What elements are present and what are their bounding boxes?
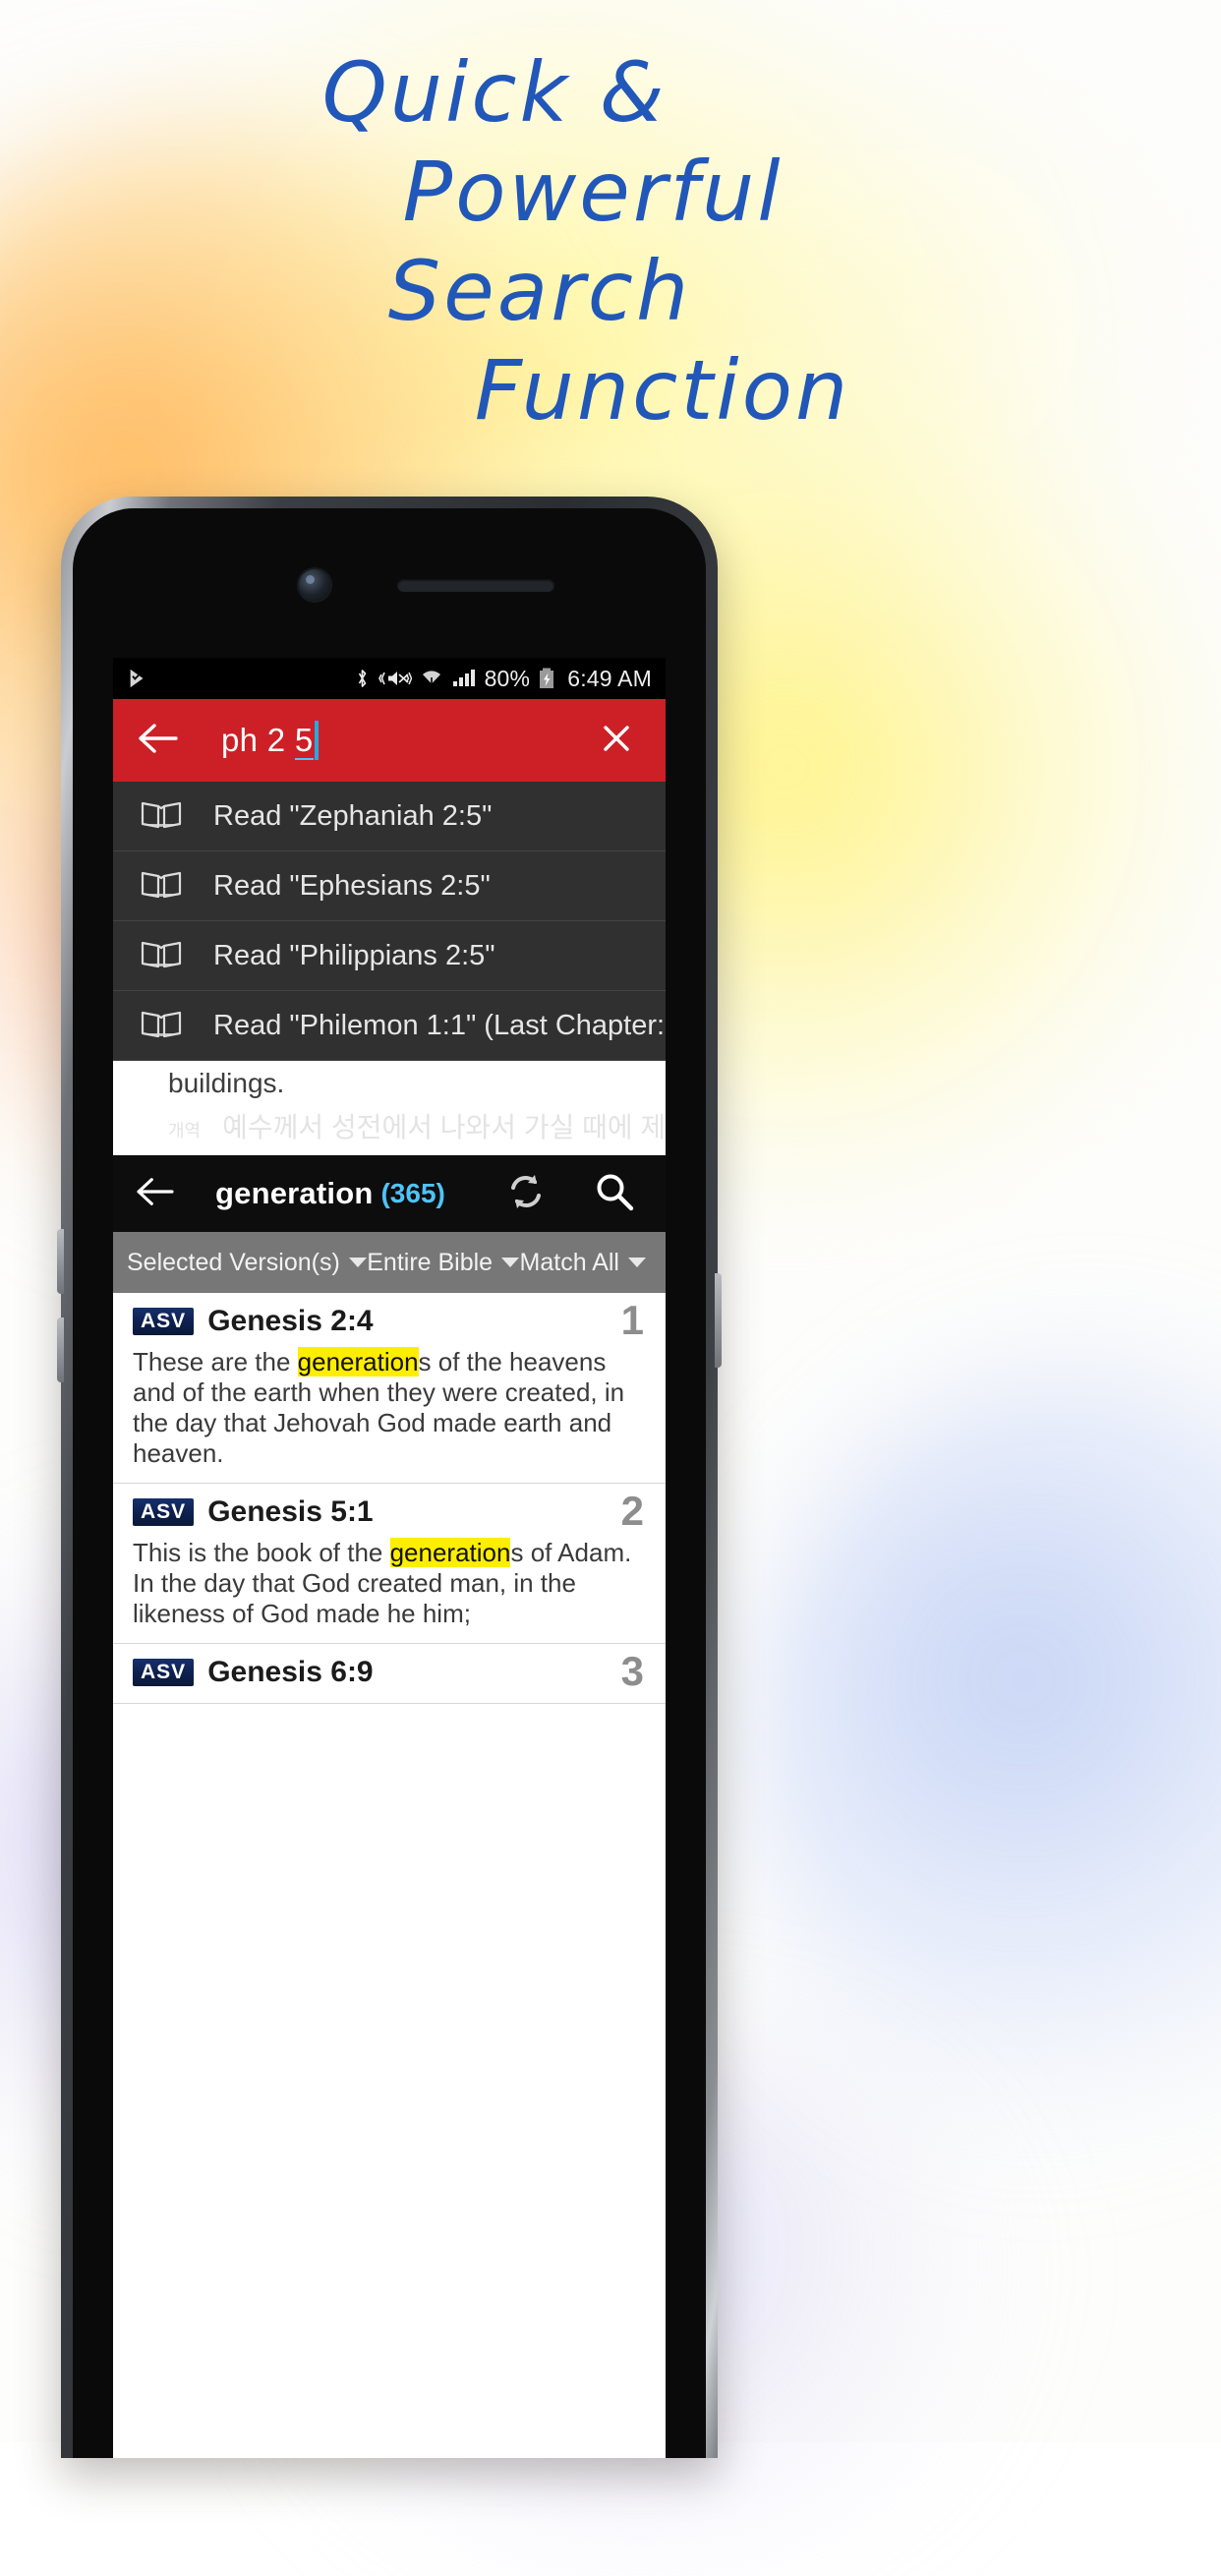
search-term-label: generation xyxy=(215,1176,374,1210)
power-button[interactable] xyxy=(715,1273,722,1368)
scope-filter[interactable]: Entire Bible xyxy=(367,1248,520,1277)
open-book-icon xyxy=(141,798,186,835)
suggestion-label: Read "Zephaniah 2:5" xyxy=(213,799,493,832)
earpiece-speaker xyxy=(397,579,554,592)
headline: Quick & Powerful Search Function xyxy=(0,43,1221,440)
suggestion-label: Read "Philippians 2:5" xyxy=(213,939,495,971)
result-index: 1 xyxy=(620,1297,644,1343)
vibrate-mute-icon xyxy=(378,672,412,685)
search-bar: ph 2 5 xyxy=(113,699,666,782)
results-header-actions xyxy=(504,1170,644,1218)
search-suggestions-list: Read "Zephaniah 2:5" Read "Ephesians 2:5… xyxy=(113,782,666,1061)
bluetooth-icon xyxy=(358,670,366,687)
search-input[interactable]: ph 2 5 xyxy=(221,721,599,760)
result-reference: Genesis 2:4 xyxy=(207,1305,374,1337)
search-results-list: ASV Genesis 2:4 1 These are the generati… xyxy=(113,1293,666,1704)
wifi-icon xyxy=(422,671,440,688)
match-filter[interactable]: Match All xyxy=(520,1249,666,1277)
status-bar-left xyxy=(127,668,148,689)
headline-line-3: Search xyxy=(387,243,692,339)
status-badge: ASV xyxy=(133,1659,195,1686)
battery-charging-icon xyxy=(540,668,554,688)
search-input-value: ph 2 5 xyxy=(221,722,314,760)
table-row[interactable]: ASV Genesis 5:1 2 This is the book of th… xyxy=(113,1484,666,1644)
front-camera-icon xyxy=(299,569,330,601)
phone-mockup: 80% 6:49 AM ph 2 5 Read "Zephaniah 2:5" … xyxy=(57,497,722,2458)
suggestion-item[interactable]: Read "Philippians 2:5" xyxy=(113,921,666,991)
phone-top-bezel xyxy=(73,508,706,658)
volume-down-button[interactable] xyxy=(57,1317,64,1382)
open-book-icon xyxy=(141,868,186,905)
clear-search-button[interactable] xyxy=(599,721,642,761)
back-button[interactable] xyxy=(137,722,188,760)
result-reference: Genesis 6:9 xyxy=(207,1656,374,1688)
search-button[interactable] xyxy=(593,1170,636,1218)
chevron-down-icon xyxy=(501,1258,520,1267)
search-highlight: generation xyxy=(389,1538,511,1567)
scope-filter-label: Entire Bible xyxy=(367,1248,494,1276)
result-index: 2 xyxy=(620,1488,644,1534)
battery-percent-label: 80% xyxy=(484,665,531,691)
result-reference: Genesis 5:1 xyxy=(207,1495,374,1528)
search-highlight: generation xyxy=(297,1347,419,1376)
text-cursor xyxy=(314,721,319,760)
result-text: These are the generations of the heavens… xyxy=(133,1347,625,1468)
suggestion-label: Read "Ephesians 2:5" xyxy=(213,869,491,902)
open-book-icon xyxy=(141,938,186,974)
suggestion-label: Read "Philemon 1:1" (Last Chapter: 1) xyxy=(213,1009,666,1041)
headline-line-1: Quick & xyxy=(321,44,668,141)
results-count-label: (365) xyxy=(380,1178,445,1208)
suggestion-item[interactable]: Read "Zephaniah 2:5" xyxy=(113,782,666,851)
status-badge: ASV xyxy=(133,1308,195,1335)
play-store-update-icon xyxy=(130,669,144,688)
match-filter-label: Match All xyxy=(519,1248,619,1276)
arrow-left-icon xyxy=(139,723,178,753)
phone-body: 80% 6:49 AM ph 2 5 Read "Zephaniah 2:5" … xyxy=(73,508,706,2458)
version-filter[interactable]: Selected Version(s) xyxy=(113,1249,367,1277)
bg-blob-blue-right xyxy=(747,1357,1221,2163)
results-back-button[interactable] xyxy=(135,1176,184,1212)
open-book-icon xyxy=(141,1008,186,1044)
headline-line-2: Powerful xyxy=(402,144,784,240)
filter-bar: Selected Version(s) Entire Bible Match A… xyxy=(113,1232,666,1293)
result-text: This is the book of the generations of A… xyxy=(133,1538,632,1628)
background-verse-strip: buildings. 개역 예수께서 성전에서 나와서 가실 때에 제자들이 성… xyxy=(113,1061,666,1155)
version-filter-label: Selected Version(s) xyxy=(127,1248,340,1276)
status-bar-right: 80% 6:49 AM xyxy=(354,666,652,692)
volume-up-button[interactable] xyxy=(57,1229,64,1294)
arrow-left-icon xyxy=(137,1177,174,1205)
verse-korean-row: 개역 예수께서 성전에서 나와서 가실 때에 제자들이 성전 건물들을 가 xyxy=(168,1106,666,1145)
headline-line-4: Function xyxy=(474,342,851,439)
suggestion-item[interactable]: Read "Philemon 1:1" (Last Chapter: 1) xyxy=(113,991,666,1061)
table-row[interactable]: ASV Genesis 2:4 1 These are the generati… xyxy=(113,1293,666,1484)
verse-version-tag: 개역 xyxy=(168,1121,202,1141)
chevron-down-icon xyxy=(627,1258,646,1267)
search-icon xyxy=(597,1174,634,1210)
verse-english-fragment: buildings. xyxy=(168,1068,285,1098)
chevron-down-icon xyxy=(348,1258,367,1267)
result-header-row: ASV Genesis 2:4 xyxy=(133,1305,646,1338)
suggestion-item[interactable]: Read "Ephesians 2:5" xyxy=(113,851,666,921)
status-bar-clock: 6:49 AM xyxy=(567,665,652,691)
phone-screen: 80% 6:49 AM ph 2 5 Read "Zephaniah 2:5" … xyxy=(113,658,666,2458)
table-row[interactable]: ASV Genesis 6:9 3 xyxy=(113,1644,666,1704)
verse-korean-text: 예수께서 성전에서 나와서 가실 때에 제자들이 성전 건물들을 가 xyxy=(222,1112,666,1142)
refresh-button[interactable] xyxy=(504,1170,548,1218)
result-header-row: ASV Genesis 6:9 xyxy=(133,1656,646,1689)
result-header-row: ASV Genesis 5:1 xyxy=(133,1495,646,1529)
close-icon xyxy=(604,725,629,751)
results-header: generation (365) xyxy=(113,1155,666,1232)
status-badge: ASV xyxy=(133,1498,195,1526)
result-index: 3 xyxy=(620,1648,644,1694)
refresh-icon xyxy=(511,1174,541,1208)
status-bar: 80% 6:49 AM xyxy=(113,658,666,699)
cellular-signal-icon xyxy=(452,670,475,686)
